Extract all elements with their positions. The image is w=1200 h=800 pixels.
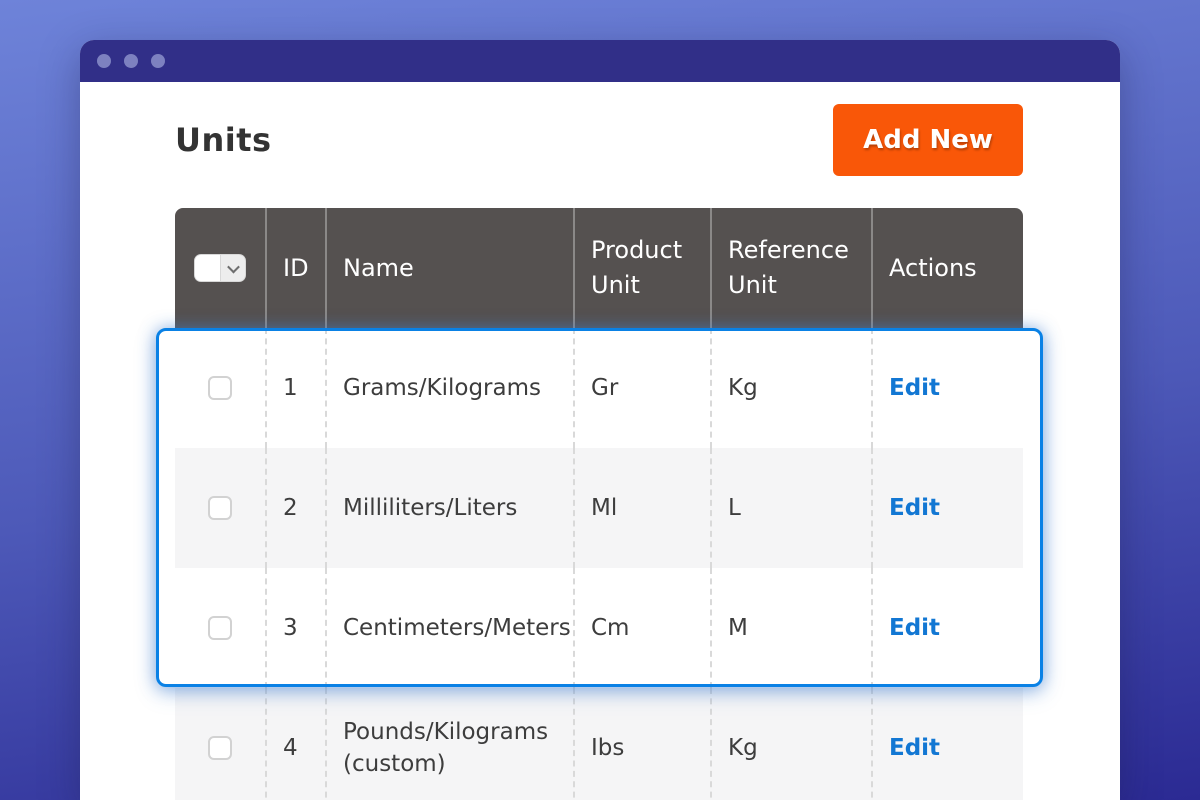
cell-actions: Edit — [871, 328, 1023, 448]
cell-id: 1 — [265, 328, 325, 448]
table-body: 1 Grams/Kilograms Gr Kg Edit 2 Millilite… — [175, 328, 1023, 800]
units-table: ID Name Product Unit Reference Unit Acti… — [175, 208, 1023, 800]
row-checkbox[interactable] — [208, 376, 232, 400]
page-title: Units — [175, 121, 272, 159]
cell-id: 4 — [265, 688, 325, 800]
row-checkbox-cell — [175, 688, 265, 800]
edit-link[interactable]: Edit — [889, 612, 940, 644]
cell-id: 3 — [265, 568, 325, 688]
cell-product-unit: Ml — [573, 448, 710, 568]
window-control-dot — [97, 54, 111, 68]
table-row: 3 Centimeters/Meters Cm M Edit — [175, 568, 1023, 688]
cell-reference-unit: L — [710, 448, 871, 568]
cell-name: Grams/Kilograms — [325, 328, 573, 448]
select-all-dropdown[interactable] — [221, 255, 245, 281]
table-row: 1 Grams/Kilograms Gr Kg Edit — [175, 328, 1023, 448]
app-window: Units Add New ID Name Product Unit Refer… — [80, 40, 1120, 800]
cell-name: Milliliters/Liters — [325, 448, 573, 568]
cell-name: Pounds/Kilograms (custom) — [325, 688, 573, 800]
table-header-select-all — [175, 208, 265, 328]
column-header-name: Name — [325, 208, 573, 328]
cell-id: 2 — [265, 448, 325, 568]
edit-link[interactable]: Edit — [889, 732, 940, 764]
row-checkbox-cell — [175, 568, 265, 688]
edit-link[interactable]: Edit — [889, 492, 940, 524]
column-header-id: ID — [265, 208, 325, 328]
table-header-row: ID Name Product Unit Reference Unit Acti… — [175, 208, 1023, 328]
column-header-reference-unit: Reference Unit — [710, 208, 871, 328]
cell-reference-unit: M — [710, 568, 871, 688]
window-control-dot — [124, 54, 138, 68]
table-row: 2 Milliliters/Liters Ml L Edit — [175, 448, 1023, 568]
select-all-checkbox-box[interactable] — [195, 255, 221, 281]
column-header-product-unit: Product Unit — [573, 208, 710, 328]
window-control-dot — [151, 54, 165, 68]
edit-link[interactable]: Edit — [889, 372, 940, 404]
cell-actions: Edit — [871, 448, 1023, 568]
cell-actions: Edit — [871, 568, 1023, 688]
table-row: 4 Pounds/Kilograms (custom) Ibs Kg Edit — [175, 688, 1023, 800]
chevron-down-icon — [227, 260, 240, 273]
cell-name: Centimeters/Meters — [325, 568, 573, 688]
page-header: Units Add New — [175, 104, 1023, 176]
page-content: Units Add New ID Name Product Unit Refer… — [80, 82, 1120, 800]
row-checkbox-cell — [175, 328, 265, 448]
row-checkbox[interactable] — [208, 616, 232, 640]
select-all-checkbox[interactable] — [194, 254, 246, 282]
add-new-button[interactable]: Add New — [833, 104, 1023, 176]
row-checkbox[interactable] — [208, 736, 232, 760]
row-checkbox-cell — [175, 448, 265, 568]
cell-product-unit: Cm — [573, 568, 710, 688]
window-titlebar — [80, 40, 1120, 82]
cell-reference-unit: Kg — [710, 688, 871, 800]
row-checkbox[interactable] — [208, 496, 232, 520]
cell-actions: Edit — [871, 688, 1023, 800]
cell-product-unit: Gr — [573, 328, 710, 448]
cell-product-unit: Ibs — [573, 688, 710, 800]
cell-reference-unit: Kg — [710, 328, 871, 448]
column-header-actions: Actions — [871, 208, 1023, 328]
